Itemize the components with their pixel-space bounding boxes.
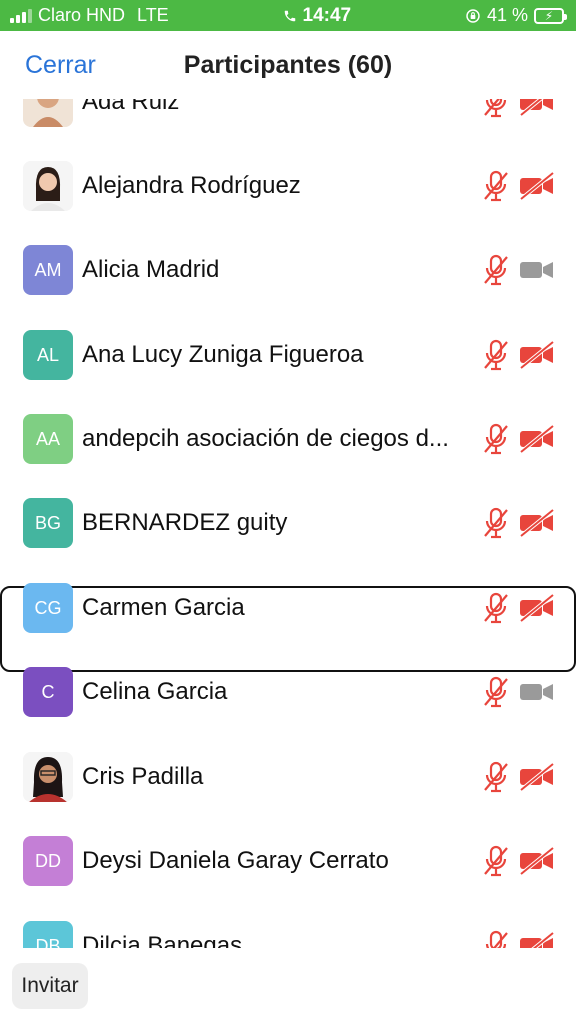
avatar (23, 161, 73, 211)
participant-name: Alicia Madrid (82, 256, 220, 283)
mic-muted-icon (482, 760, 510, 794)
avatar-initials: BG (34, 512, 61, 533)
avatar-initials: AA (35, 428, 60, 449)
avatar: DD (23, 836, 73, 886)
camera-off-icon (519, 340, 555, 370)
avatar: CG (23, 583, 73, 633)
participant-name: Alejandra Rodríguez (82, 172, 301, 199)
battery-percent: 41 % (486, 5, 528, 25)
mic-muted-icon (482, 844, 510, 878)
mic-muted-icon (482, 253, 510, 287)
avatar-initials: AM (34, 259, 62, 280)
participant-name: Cris Padilla (82, 763, 204, 790)
participant-name: Dilcia Banegas (82, 932, 243, 948)
participant-name: Carmen Garcia (82, 594, 245, 621)
status-center: 14:47 (283, 4, 352, 27)
participant-list[interactable]: Ada Ruiz Alejandra Rodríguez AM Alicia Ma… (0, 90, 576, 948)
mic-muted-icon (482, 675, 510, 709)
camera-on-icon (519, 677, 555, 707)
carrier-label: Claro HND (38, 5, 126, 25)
avatar-initials: DD (35, 850, 61, 871)
invite-button[interactable]: Invitar (12, 963, 88, 1009)
avatar-initials: DB (35, 935, 61, 949)
avatar: AL (23, 330, 73, 380)
camera-off-icon (519, 593, 555, 623)
avatar-initials: C (41, 681, 55, 702)
avatar-initials: CG (34, 597, 62, 618)
participant-name: Celina Garcia (82, 678, 228, 705)
camera-off-icon (519, 846, 555, 876)
camera-off-icon (519, 931, 555, 948)
avatar: DB (23, 921, 73, 948)
status-left: Claro HND LTE (10, 5, 169, 26)
avatar-initials: AL (36, 344, 60, 365)
page-title: Participantes (60) (183, 51, 393, 79)
participant-name: Ana Lucy Zuniga Figueroa (82, 341, 364, 368)
avatar: AA (23, 414, 73, 464)
avatar: C (23, 667, 73, 717)
camera-off-icon (519, 762, 555, 792)
network-label: LTE (137, 5, 169, 25)
mic-muted-icon (482, 929, 510, 948)
mic-muted-icon (482, 422, 510, 456)
participant-name: Deysi Daniela Garay Cerrato (82, 847, 389, 874)
camera-off-icon (519, 171, 555, 201)
mic-muted-icon (482, 506, 510, 540)
camera-on-icon (519, 255, 555, 285)
header: Cerrar Participantes (60) (0, 31, 576, 99)
avatar (23, 752, 73, 802)
mic-muted-icon (482, 591, 510, 625)
camera-off-icon (519, 424, 555, 454)
status-right: 41 % ⚡ (465, 5, 567, 26)
mic-muted-icon (482, 169, 510, 203)
avatar: BG (23, 498, 73, 548)
status-bar: Claro HND LTE 14:47 41 % ⚡ (0, 0, 576, 31)
participant-name: andepcih asociación de ciegos d... (82, 425, 449, 452)
clock-time: 14:47 (302, 4, 352, 26)
participant-name: BERNARDEZ guity (82, 509, 288, 536)
footer: Invitar (0, 948, 576, 1024)
signal-icon (10, 8, 32, 23)
camera-off-icon (519, 508, 555, 538)
phone-icon (284, 10, 295, 21)
orientation-lock-icon (466, 8, 480, 23)
mic-muted-icon (482, 338, 510, 372)
battery-charging-icon: ⚡ (534, 7, 567, 24)
avatar: AM (23, 245, 73, 295)
